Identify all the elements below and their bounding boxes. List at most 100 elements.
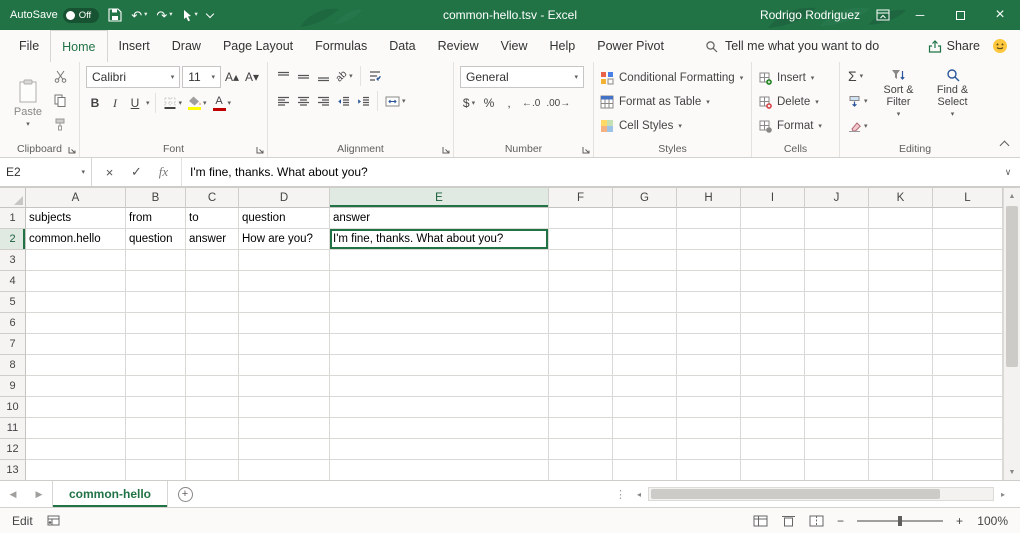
row-header-11[interactable]: 11: [0, 418, 26, 439]
column-header-A[interactable]: A: [26, 188, 126, 208]
page-break-view-button[interactable]: [809, 515, 824, 527]
number-format-select[interactable]: General▾: [460, 66, 584, 88]
cancel-button[interactable]: ×: [96, 165, 123, 180]
align-left-button[interactable]: [274, 91, 292, 111]
cell-H8[interactable]: [677, 355, 741, 376]
autosave-toggle[interactable]: AutoSave Off: [10, 8, 99, 23]
cell-J3[interactable]: [805, 250, 869, 271]
font-size-select[interactable]: 11▾: [182, 66, 221, 88]
cell-L9[interactable]: [933, 376, 1003, 397]
orientation-button[interactable]: ab▾: [334, 66, 355, 86]
macro-record-button[interactable]: [47, 515, 60, 526]
cell-G13[interactable]: [613, 460, 677, 480]
cell-J6[interactable]: [805, 313, 869, 334]
cell-L7[interactable]: [933, 334, 1003, 355]
cell-L13[interactable]: [933, 460, 1003, 480]
feedback-smiley-button[interactable]: [992, 30, 1008, 62]
cell-I2[interactable]: [741, 229, 805, 250]
cell-J8[interactable]: [805, 355, 869, 376]
cell-G11[interactable]: [613, 418, 677, 439]
undo-button[interactable]: ↶ ▾: [131, 9, 147, 22]
cell-G7[interactable]: [613, 334, 677, 355]
cell-C1[interactable]: to: [186, 208, 239, 229]
cell-I4[interactable]: [741, 271, 805, 292]
font-name-select[interactable]: Calibri▾: [86, 66, 180, 88]
cell-K8[interactable]: [869, 355, 933, 376]
cell-A12[interactable]: [26, 439, 126, 460]
merge-center-button[interactable]: ▾: [383, 91, 408, 111]
row-header-8[interactable]: 8: [0, 355, 26, 376]
cell-D5[interactable]: [239, 292, 330, 313]
cell-C4[interactable]: [186, 271, 239, 292]
cell-G9[interactable]: [613, 376, 677, 397]
enter-button[interactable]: ✓: [123, 164, 150, 180]
tab-file[interactable]: File: [8, 30, 50, 62]
align-top-button[interactable]: [274, 66, 292, 86]
cell-D2[interactable]: How are you?: [239, 229, 330, 250]
row-header-5[interactable]: 5: [0, 292, 26, 313]
tab-formulas[interactable]: Formulas: [304, 30, 378, 62]
cell-E13[interactable]: [330, 460, 549, 480]
tab-data[interactable]: Data: [378, 30, 426, 62]
cell-E8[interactable]: [330, 355, 549, 376]
cell-G1[interactable]: [613, 208, 677, 229]
cell-B13[interactable]: [126, 460, 186, 480]
cell-C9[interactable]: [186, 376, 239, 397]
cell-H4[interactable]: [677, 271, 741, 292]
cell-L2[interactable]: [933, 229, 1003, 250]
cell-K4[interactable]: [869, 271, 933, 292]
cell-F7[interactable]: [549, 334, 613, 355]
normal-view-button[interactable]: [753, 515, 768, 527]
bold-button[interactable]: B: [86, 93, 104, 113]
cell-K10[interactable]: [869, 397, 933, 418]
cell-E12[interactable]: [330, 439, 549, 460]
customize-qat-button[interactable]: [207, 14, 213, 17]
cell-C6[interactable]: [186, 313, 239, 334]
cell-E5[interactable]: [330, 292, 549, 313]
tab-page-layout[interactable]: Page Layout: [212, 30, 304, 62]
underline-button[interactable]: U: [126, 93, 144, 113]
cell-J7[interactable]: [805, 334, 869, 355]
cell-L6[interactable]: [933, 313, 1003, 334]
paste-button[interactable]: Paste ▾: [6, 66, 50, 140]
cut-button[interactable]: [54, 70, 67, 88]
horizontal-scroll-track[interactable]: [648, 487, 994, 501]
chevron-down-icon[interactable]: ▾: [81, 168, 85, 176]
cell-D11[interactable]: [239, 418, 330, 439]
align-center-button[interactable]: [294, 91, 312, 111]
increase-indent-button[interactable]: [354, 91, 372, 111]
sheet-tab-common-hello[interactable]: common-hello: [52, 481, 168, 507]
tab-help[interactable]: Help: [539, 30, 587, 62]
cell-H10[interactable]: [677, 397, 741, 418]
cell-A2[interactable]: common.hello: [26, 229, 126, 250]
cell-H6[interactable]: [677, 313, 741, 334]
vertical-scroll-track[interactable]: [1004, 204, 1020, 464]
cell-F10[interactable]: [549, 397, 613, 418]
cell-I8[interactable]: [741, 355, 805, 376]
cell-A9[interactable]: [26, 376, 126, 397]
cell-I3[interactable]: [741, 250, 805, 271]
cell-L4[interactable]: [933, 271, 1003, 292]
cell-A5[interactable]: [26, 292, 126, 313]
save-button[interactable]: [108, 8, 122, 22]
cell-H3[interactable]: [677, 250, 741, 271]
cell-D7[interactable]: [239, 334, 330, 355]
cell-L10[interactable]: [933, 397, 1003, 418]
column-header-L[interactable]: L: [933, 188, 1003, 208]
format-cells-button[interactable]: Format ▾: [758, 115, 833, 137]
underline-dropdown-icon[interactable]: ▾: [146, 100, 150, 107]
row-header-13[interactable]: 13: [0, 460, 26, 480]
cell-A8[interactable]: [26, 355, 126, 376]
cell-J4[interactable]: [805, 271, 869, 292]
cell-G3[interactable]: [613, 250, 677, 271]
cell-I11[interactable]: [741, 418, 805, 439]
tab-home[interactable]: Home: [50, 30, 107, 62]
row-header-1[interactable]: 1: [0, 208, 26, 229]
wrap-text-button[interactable]: [366, 66, 384, 86]
sort-filter-button[interactable]: Sort & Filter ▾: [874, 65, 924, 140]
cell-F13[interactable]: [549, 460, 613, 480]
font-color-button[interactable]: A ▾: [211, 93, 234, 113]
undo-dropdown-icon[interactable]: ▾: [144, 12, 147, 19]
cell-A7[interactable]: [26, 334, 126, 355]
cell-A11[interactable]: [26, 418, 126, 439]
